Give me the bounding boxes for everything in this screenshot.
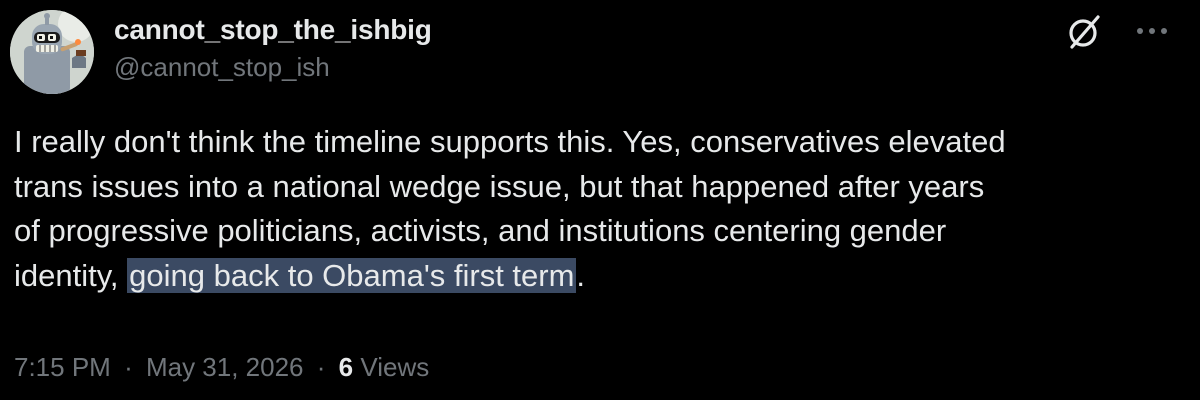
tweet-line-1: I really don't think the timeline suppor… xyxy=(14,124,1006,159)
views-count[interactable]: 6 xyxy=(339,352,353,382)
selected-text-highlight: going back to Obama's first term xyxy=(127,257,577,293)
slashed-circle-icon[interactable] xyxy=(1064,12,1104,52)
tweet-line-4-end: . xyxy=(576,257,586,293)
more-dots-icon[interactable] xyxy=(1130,14,1174,48)
author-avatar[interactable] xyxy=(10,10,94,94)
tweet-line-4: identity, going back to Obama's first te… xyxy=(14,254,1184,299)
meta-separator: · xyxy=(316,352,326,382)
robot-avatar-icon xyxy=(10,10,94,94)
tweet-line-3: of progressive politicians, activists, a… xyxy=(14,213,947,248)
tweet-body: I really don't think the timeline suppor… xyxy=(14,120,1184,298)
meta-separator: · xyxy=(124,352,133,382)
author-info: cannot_stop_the_ishbig @cannot_stop_ish xyxy=(114,12,432,84)
tweet-metadata: 7:15 PM · May 31, 2026 · 6 Views xyxy=(14,350,429,384)
author-handle[interactable]: @cannot_stop_ish xyxy=(114,50,432,84)
views-label[interactable]: Views xyxy=(360,352,429,382)
tweet-card: cannot_stop_the_ishbig @cannot_stop_ish … xyxy=(0,0,1200,400)
tweet-time[interactable]: 7:15 PM xyxy=(14,352,111,382)
author-display-name[interactable]: cannot_stop_the_ishbig xyxy=(114,12,432,48)
tweet-date[interactable]: May 31, 2026 xyxy=(146,352,304,382)
tweet-line-2: trans issues into a national wedge issue… xyxy=(14,168,985,204)
tweet-line-4-start: identity, xyxy=(14,257,128,293)
